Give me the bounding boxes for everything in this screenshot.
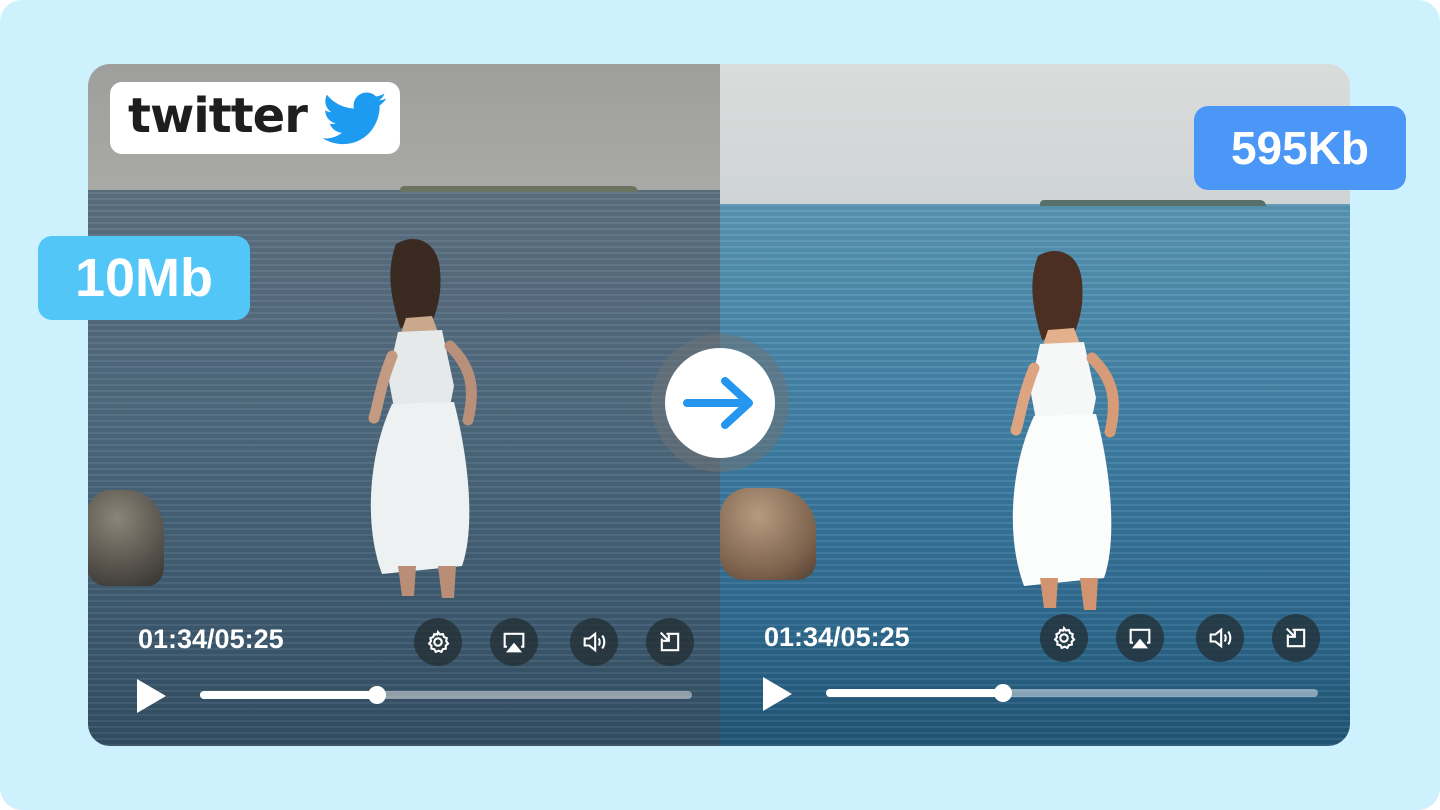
arrow-shape	[683, 377, 753, 429]
arrow-circle	[665, 348, 775, 458]
volume-icon	[1209, 627, 1232, 649]
progress-track[interactable]	[200, 686, 692, 704]
page-background: 01:34/05:25 01:34/05:25 twitter 10Mb 595…	[0, 0, 1440, 810]
compress-arrow	[651, 334, 789, 472]
rock	[720, 488, 816, 580]
exit-fullscreen-button[interactable]	[646, 618, 694, 666]
progress-fill	[826, 689, 1004, 697]
distant-island	[400, 186, 638, 192]
play-button[interactable]	[134, 677, 168, 715]
distant-island	[1040, 200, 1266, 206]
volume-icon	[583, 631, 606, 653]
compressed-size-badge: 595Kb	[1194, 106, 1406, 190]
original-video-player[interactable]: 01:34/05:25	[88, 64, 720, 746]
settings-icon	[1053, 625, 1076, 650]
progress-track[interactable]	[826, 684, 1318, 702]
volume-button[interactable]	[1196, 614, 1244, 662]
settings-icon	[427, 629, 450, 654]
rock	[88, 490, 164, 586]
original-size-badge: 10Mb	[38, 236, 250, 320]
play-button[interactable]	[760, 675, 794, 713]
airplay-button[interactable]	[490, 618, 538, 666]
progress-knob[interactable]	[994, 684, 1013, 702]
airplay-icon	[1129, 628, 1151, 649]
logo-wordmark: twitter	[128, 88, 308, 144]
airplay-icon	[503, 632, 525, 653]
exit-fullscreen-icon	[659, 631, 680, 652]
bird-shape	[322, 92, 387, 145]
twitter-bird-icon	[322, 92, 387, 145]
exit-fullscreen-button[interactable]	[1272, 614, 1320, 662]
exit-fullscreen-icon	[1285, 627, 1306, 648]
twitter-logo: twitter	[110, 82, 400, 154]
settings-button[interactable]	[1040, 614, 1088, 662]
settings-button[interactable]	[414, 618, 462, 666]
timecode: 01:34/05:25	[138, 624, 284, 654]
woman-figure	[368, 239, 477, 598]
timecode: 01:34/05:25	[764, 622, 910, 652]
airplay-button[interactable]	[1116, 614, 1164, 662]
arrow-right-icon	[683, 377, 753, 429]
woman-figure	[1010, 251, 1119, 610]
volume-button[interactable]	[570, 618, 618, 666]
progress-knob[interactable]	[368, 686, 387, 704]
progress-fill	[200, 691, 378, 699]
